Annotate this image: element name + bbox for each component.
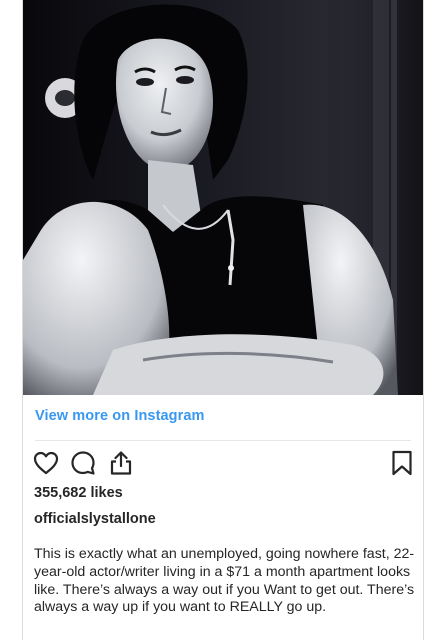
post-photo[interactable]: [23, 0, 423, 395]
post-caption: This is exactly what an unemployed, goin…: [34, 546, 415, 616]
divider: [35, 440, 411, 441]
action-bar: [23, 449, 423, 479]
instagram-embed-card: View more on Instagram 355,682 likes off…: [22, 0, 424, 640]
heart-icon[interactable]: [32, 449, 60, 477]
username-link[interactable]: officialslystallone: [34, 511, 156, 527]
likes-count[interactable]: 355,682 likes: [34, 485, 123, 501]
comment-icon[interactable]: [69, 449, 97, 477]
share-icon[interactable]: [107, 449, 135, 477]
bookmark-icon[interactable]: [388, 449, 416, 477]
post-photo-image: [23, 0, 423, 395]
view-more-link[interactable]: View more on Instagram: [35, 408, 205, 424]
